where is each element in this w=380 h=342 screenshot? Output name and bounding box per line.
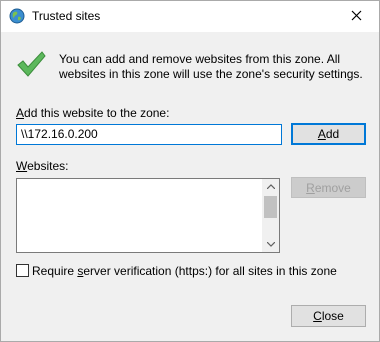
websites-label: Websites:	[16, 159, 69, 173]
websites-scrollbar[interactable]	[262, 179, 279, 252]
close-icon	[351, 10, 362, 24]
scroll-down-arrow[interactable]	[262, 237, 279, 252]
add-button[interactable]: Add	[291, 123, 366, 145]
title-bar[interactable]: Trusted sites	[1, 1, 379, 32]
scroll-up-arrow[interactable]	[262, 179, 279, 194]
require-https-checkbox[interactable]	[16, 264, 29, 277]
close-button[interactable]: Close	[291, 305, 366, 327]
remove-button[interactable]: Remove	[291, 177, 366, 198]
trusted-sites-dialog: Trusted sites You can add and remove web…	[0, 0, 380, 342]
checkmark-icon	[16, 49, 46, 79]
website-url-input[interactable]	[16, 124, 282, 145]
add-site-label: Add this website to the zone:	[16, 106, 170, 120]
dialog-title: Trusted sites	[32, 9, 101, 23]
scrollbar-thumb[interactable]	[264, 196, 277, 218]
close-window-button[interactable]	[333, 1, 379, 32]
require-https-label[interactable]: Require server verification (https:) for…	[32, 264, 337, 278]
websites-list[interactable]	[16, 178, 280, 253]
globe-icon	[9, 8, 25, 24]
zone-info-text: You can add and remove websites from thi…	[59, 52, 363, 81]
